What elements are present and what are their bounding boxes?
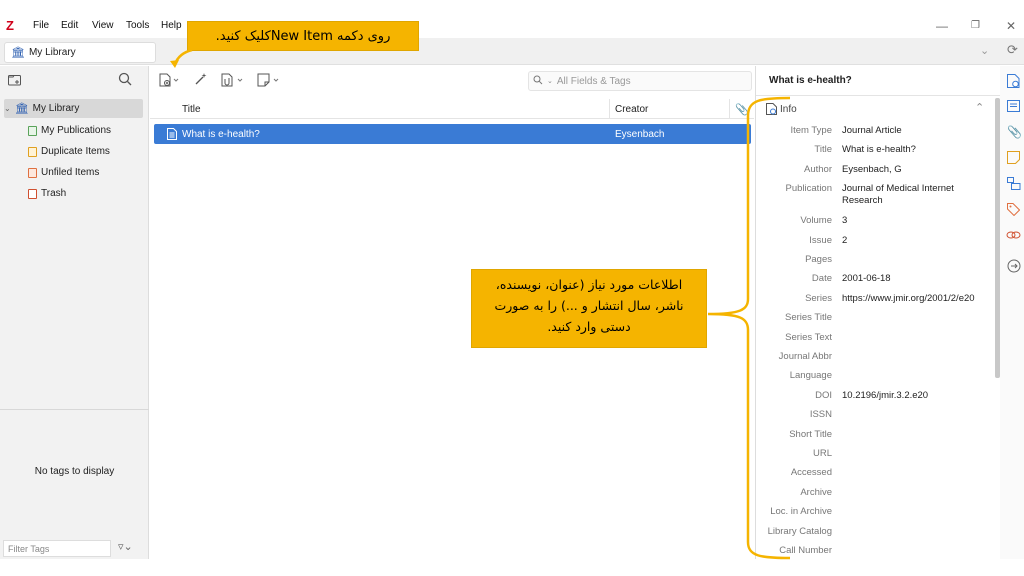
zotero-logo: Z [6,18,14,33]
field-value[interactable]: https://www.jmir.org/2001/2/e20 [842,293,994,305]
callout-line: دستی وارد کنید. [547,319,631,334]
callout-new-item: روی دکمه New Itemکلیک کنید. [187,21,419,51]
column-title[interactable]: Title [182,104,201,115]
search-icon [533,75,543,88]
chevron-down-icon[interactable]: ⌄ [547,77,553,85]
new-item-icon[interactable] [159,73,181,90]
field-value[interactable]: Journal of Medical Internet Research [842,183,994,207]
field-value[interactable]: 3 [842,215,994,227]
related-nav-icon[interactable] [1006,229,1021,244]
trash-icon [28,188,37,199]
menu-help[interactable]: Help [161,20,182,32]
item-creator-cell: Eysenbach [615,129,665,140]
tag-filter-icon[interactable]: ▿⌄ [118,540,133,553]
item-title-cell: What is e-health? [182,129,260,140]
item-pane-sidenav [1000,66,1024,559]
sync-icon[interactable]: ⟳ [1007,42,1018,58]
collapse-icon[interactable]: ⌃ [975,101,984,114]
notes-nav-icon[interactable] [1007,151,1020,167]
new-note-icon[interactable] [257,73,283,90]
callout-line: اطلاعات مورد نیاز (عنوان، نویسنده، [495,277,683,292]
menu-edit[interactable]: Edit [61,20,78,32]
menu-view[interactable]: View [92,20,114,32]
locate-nav-icon[interactable] [1007,259,1021,276]
collection-my-library[interactable]: ⌄ 🏛 My Library [4,99,143,118]
library-icon: 🏛 [11,47,25,59]
items-column-header [150,99,754,119]
arrow-to-new-item [170,48,193,68]
collection-label: Duplicate Items [41,146,110,157]
search-icon[interactable] [118,72,132,89]
callout-text: روی دکمه New Itemکلیک کنید. [215,28,391,44]
collection-label: Unfiled Items [41,167,100,178]
new-collection-icon[interactable] [8,73,22,89]
menu-bar [0,17,1024,37]
chevron-down-icon: ⌄ [4,104,11,113]
collection-label: My Library [32,103,80,114]
column-divider[interactable] [609,99,610,119]
library-icon: 🏛 [14,103,29,115]
journal-article-icon [167,128,177,143]
table-row[interactable]: What is e-health? Eysenbach [154,124,751,144]
callout-line: ناشر، سال انتشار و ...) را به صورت [494,298,684,313]
unfiled-items-icon [28,167,37,178]
libraries-collections-nav-icon[interactable] [1007,177,1021,193]
collection-unfiled-items[interactable]: Unfiled Items [28,163,143,182]
minimize-icon[interactable]: — [936,17,948,35]
column-creator[interactable]: Creator [615,104,648,115]
collection-label: My Publications [41,125,112,136]
filter-tags-input[interactable]: Filter Tags [3,540,111,557]
field-value[interactable]: 10.2196/jmir.3.2.e20 [842,390,994,402]
attachments-nav-icon[interactable]: 📎 [1007,125,1022,139]
close-icon[interactable]: ✕ [1006,17,1016,35]
duplicate-items-icon [28,146,37,157]
field-value[interactable]: 2001-06-18 [842,273,994,285]
tab-my-library[interactable]: 🏛 My Library [4,42,156,63]
field-value[interactable]: 2 [842,235,994,247]
menu-tools[interactable]: Tools [126,20,149,32]
tags-nav-icon[interactable] [1007,203,1021,219]
search-placeholder: All Fields & Tags [556,75,631,87]
callout-manual-entry: اطلاعات مورد نیاز (عنوان، نویسنده، ناشر،… [471,269,707,348]
tab-label: My Library [28,47,76,58]
no-tags-message: No tags to display [34,466,115,477]
chevron-down-icon[interactable]: ⌄ [980,44,989,57]
magic-wand-icon[interactable] [194,72,208,89]
restore-icon[interactable]: ❐ [971,17,980,35]
my-publications-icon [28,125,37,136]
info-nav-icon[interactable] [1007,74,1020,91]
field-value[interactable]: Eysenbach, G [842,164,994,176]
bracket-info-fields [707,96,791,560]
collection-label: Trash [41,188,67,199]
collection-duplicate-items[interactable]: Duplicate Items [28,142,143,161]
field-value[interactable]: What is e-health? [842,144,994,156]
abstract-nav-icon[interactable] [1007,100,1020,115]
menu-file[interactable]: File [33,20,49,32]
field-value[interactable]: Journal Article [842,125,994,137]
collection-my-publications[interactable]: My Publications [28,121,143,140]
tags-splitter[interactable] [0,409,149,410]
search-input[interactable]: ⌄ All Fields & Tags [528,71,752,91]
item-pane-title: What is e-health? [756,66,1000,96]
collection-trash[interactable]: Trash [28,184,143,203]
add-attachment-icon[interactable] [221,73,247,90]
